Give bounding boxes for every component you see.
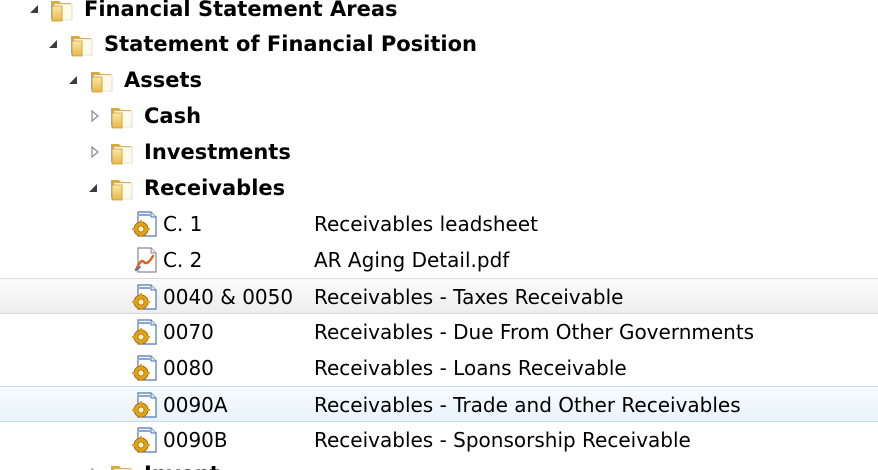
document-code: C. 2 xyxy=(163,248,203,272)
tree-node-receivables[interactable]: Receivables xyxy=(0,170,878,206)
document-row-0080[interactable]: 0080 Receivables - Loans Receivable xyxy=(0,350,878,386)
document-description: AR Aging Detail.pdf xyxy=(314,248,510,272)
collapse-arrow-icon[interactable] xyxy=(66,73,80,87)
document-code: 0090B xyxy=(163,428,228,452)
workpaper-gear-icon xyxy=(131,283,159,311)
tree-node-assets[interactable]: Assets xyxy=(0,62,878,98)
document-code: C. 1 xyxy=(163,212,203,236)
workpaper-gear-icon xyxy=(131,426,159,454)
tree-node-financial-statement-areas[interactable]: Financial Statement Areas xyxy=(0,0,878,27)
document-row-0040-0050[interactable]: 0040 & 0050 Receivables - Taxes Receivab… xyxy=(0,278,878,314)
pdf-document-icon xyxy=(131,246,159,274)
document-row-0090b[interactable]: 0090B Receivables - Sponsorship Receivab… xyxy=(0,422,878,458)
document-row-c2[interactable]: C. 2 AR Aging Detail.pdf xyxy=(0,242,878,278)
folder-icon xyxy=(108,102,136,130)
folder-icon xyxy=(108,174,136,202)
tree-node-label: Investments xyxy=(144,140,291,164)
document-description: Receivables leadsheet xyxy=(314,212,538,236)
tree-node-investments[interactable]: Investments xyxy=(0,134,878,170)
tree-node-label: Receivables xyxy=(144,176,286,200)
folder-icon xyxy=(48,0,76,23)
tree-node-label: Statement of Financial Position xyxy=(104,32,477,56)
collapse-arrow-icon[interactable] xyxy=(27,2,41,16)
document-description: Receivables - Trade and Other Receivable… xyxy=(314,393,741,417)
workpaper-gear-icon xyxy=(131,391,159,419)
tree-node-cash[interactable]: Cash xyxy=(0,98,878,134)
document-description: Receivables - Taxes Receivable xyxy=(314,285,624,309)
document-description: Receivables - Sponsorship Receivable xyxy=(314,428,691,452)
workpaper-gear-icon xyxy=(131,210,159,238)
folder-icon xyxy=(108,138,136,166)
document-row-c1[interactable]: C. 1 Receivables leadsheet xyxy=(0,206,878,242)
document-code: 0070 xyxy=(163,320,214,344)
expand-arrow-icon[interactable] xyxy=(88,145,102,159)
folder-icon xyxy=(88,66,116,94)
document-code: 0090A xyxy=(163,393,228,417)
document-row-0090a[interactable]: 0090A Receivables - Trade and Other Rece… xyxy=(0,386,878,422)
tree-node-label: Cash xyxy=(144,104,202,128)
workpaper-tree: Financial Statement Areas Statement of F… xyxy=(0,0,878,470)
workpaper-gear-icon xyxy=(131,318,159,346)
tree-node-statement-of-financial-position[interactable]: Statement of Financial Position xyxy=(0,26,878,62)
document-description: Receivables - Due From Other Governments xyxy=(314,320,755,344)
tree-node-inventory[interactable]: Invent xyxy=(0,456,878,470)
workpaper-gear-icon xyxy=(131,354,159,382)
collapse-arrow-icon[interactable] xyxy=(46,37,60,51)
document-code: 0040 & 0050 xyxy=(163,285,294,309)
document-row-0070[interactable]: 0070 Receivables - Due From Other Govern… xyxy=(0,314,878,350)
tree-node-label: Invent xyxy=(144,461,220,470)
folder-icon xyxy=(68,30,96,58)
tree-node-label: Assets xyxy=(124,68,203,92)
document-code: 0080 xyxy=(163,356,214,380)
collapse-arrow-icon[interactable] xyxy=(86,181,100,195)
expand-arrow-icon[interactable] xyxy=(88,109,102,123)
folder-icon xyxy=(108,460,136,470)
tree-node-label: Financial Statement Areas xyxy=(84,0,398,21)
document-description: Receivables - Loans Receivable xyxy=(314,356,627,380)
